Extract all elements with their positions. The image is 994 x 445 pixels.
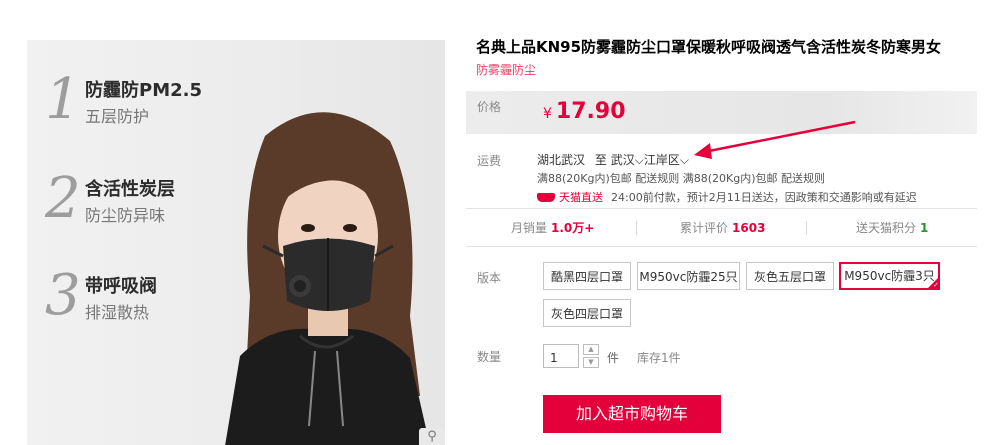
chevron-down-icon: ⌵	[634, 153, 644, 167]
stats-bar: 月销量 1.0万+ 累计评价 1603 送天猫积分 1	[466, 219, 977, 239]
total-reviews[interactable]: 累计评价 1603	[680, 219, 765, 236]
feature-subtitle: 防尘防异味	[85, 206, 166, 225]
version-label: 版本	[477, 271, 502, 285]
points-value: 1	[920, 221, 929, 235]
currency-symbol: ¥	[543, 106, 552, 122]
version-option-selected[interactable]: M950vc防霾3只	[839, 262, 940, 290]
feature-title: 防霾防PM2.5	[85, 80, 202, 101]
shipping-rules[interactable]: 满88(20Kg内)包邮 配送规则 满88(20Kg内)包邮 配送规则	[537, 170, 825, 186]
price-label: 价格	[477, 100, 502, 114]
quantity-input[interactable]	[543, 344, 579, 368]
feature-number: 1	[45, 67, 81, 132]
divider	[466, 208, 977, 209]
feature-title: 含活性炭层	[85, 179, 175, 200]
points-label: 送天猫积分	[856, 221, 917, 235]
city-value: 武汉	[610, 153, 635, 167]
delivery-note: 24:00前付款，预计2月11日送达，因政策和交通影响或有延迟	[611, 191, 917, 204]
delivery-info: 天猫直送 24:00前付款，预计2月11日送达，因政策和交通影响或有延迟	[537, 189, 917, 205]
version-option[interactable]: M950vc防霾25只	[637, 262, 740, 290]
city-select[interactable]: 武汉⌵	[611, 153, 644, 167]
feature-subtitle: 五层防护	[85, 107, 150, 126]
quantity-unit: 件	[607, 351, 620, 365]
option-label: M950vc防霾3只	[844, 269, 935, 283]
chevron-down-icon: ⌵	[679, 153, 689, 167]
magnifier-icon[interactable]: ⚲	[419, 428, 445, 445]
tmall-direct-badge: 天猫直送	[537, 189, 603, 205]
feature-title: 带呼吸阀	[85, 276, 157, 297]
product-title: 名典上品KN95防雾霾防尘口罩保暖秋呼吸阀透气含活性炭冬防寒男女	[476, 38, 942, 56]
feature-number: 2	[45, 166, 81, 231]
version-option[interactable]: 灰色四层口罩	[543, 299, 631, 327]
feature-number: 3	[45, 263, 81, 328]
monthly-sales-label: 月销量	[511, 221, 548, 235]
tmall-logo-icon	[537, 192, 555, 202]
price-value: ¥17.90	[543, 99, 626, 124]
ship-from: 湖北武汉	[537, 153, 586, 167]
feature-subtitle: 排湿散热	[85, 303, 150, 322]
shipping-destination: 湖北武汉 至 武汉⌵江岸区⌵	[537, 151, 689, 168]
reviews-label: 累计评价	[680, 221, 729, 235]
shipping-label: 运费	[477, 154, 502, 168]
divider	[636, 221, 637, 235]
annotation-arrow-icon	[694, 120, 856, 159]
check-icon	[928, 278, 939, 289]
district-select[interactable]: 江岸区⌵	[644, 153, 689, 167]
ship-to-word: 至	[594, 153, 607, 167]
product-subtitle: 防雾霾防尘	[476, 63, 537, 77]
divider	[466, 246, 977, 247]
district-value: 江岸区	[643, 153, 680, 167]
increase-button[interactable]: ▲	[583, 344, 599, 355]
reviews-value: 1603	[732, 221, 766, 235]
price-amount: 17.90	[555, 99, 626, 124]
monthly-sales-value: 1.0万+	[551, 221, 595, 235]
tmall-label: 天猫直送	[559, 191, 603, 204]
divider	[806, 221, 807, 235]
model-photo	[225, 112, 430, 445]
quantity-label: 数量	[477, 350, 502, 364]
version-option[interactable]: 酷黑四层口罩	[543, 262, 631, 290]
stock-count: 库存1件	[637, 351, 681, 365]
add-to-cart-button[interactable]: 加入超市购物车	[543, 395, 721, 433]
version-option[interactable]: 灰色五层口罩	[746, 262, 834, 290]
decrease-button[interactable]: ▼	[583, 357, 599, 368]
product-image[interactable]: 1 防霾防PM2.5 五层防护 2 含活性炭层 防尘防异味 3 带呼吸阀 排湿散…	[27, 40, 445, 445]
tmall-points: 送天猫积分 1	[856, 219, 928, 236]
monthly-sales: 月销量 1.0万+	[511, 219, 594, 236]
